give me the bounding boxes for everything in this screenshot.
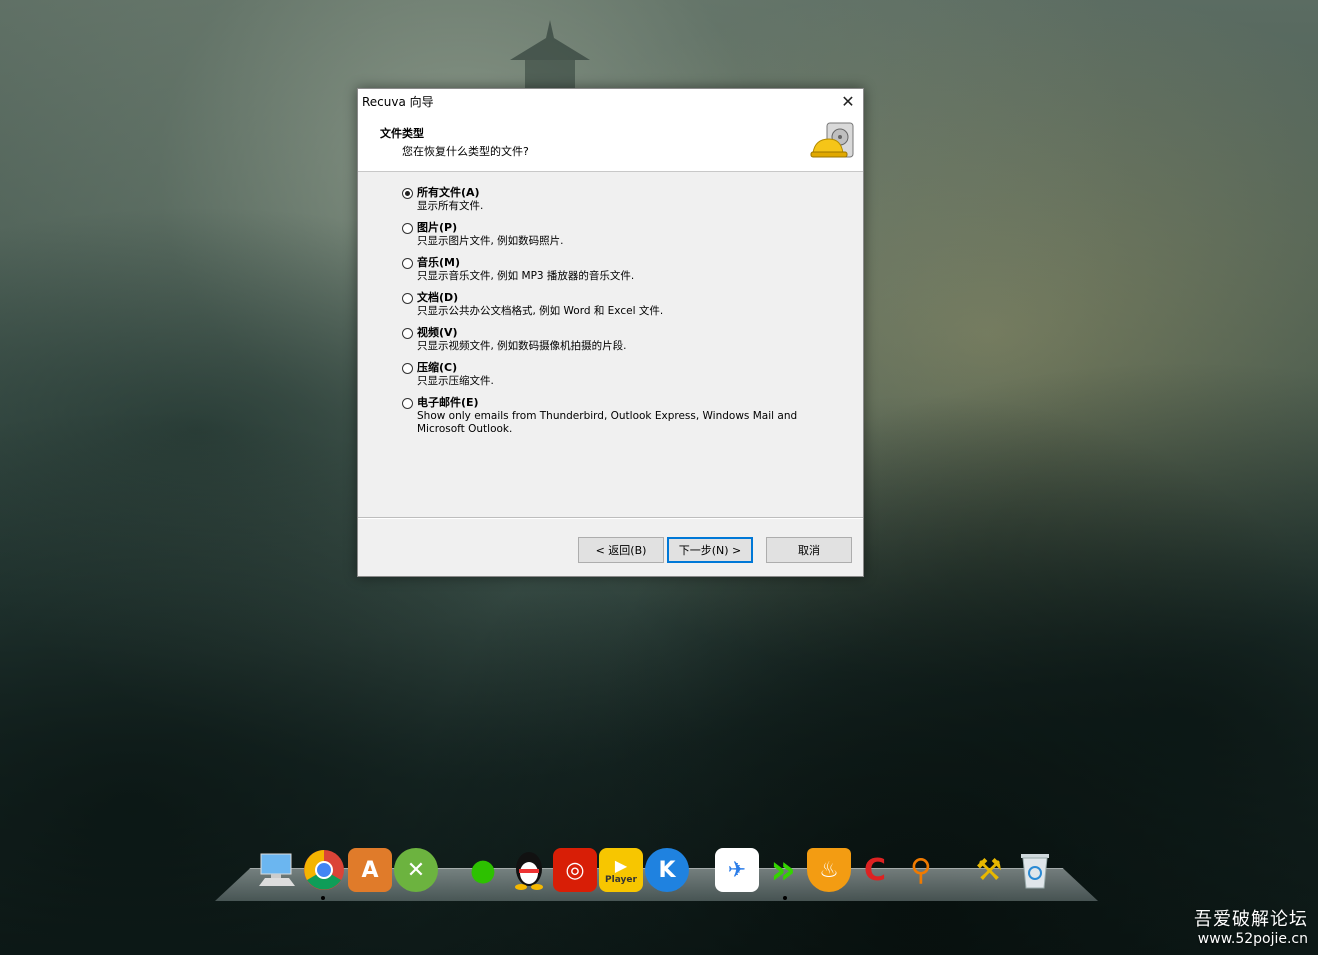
- file-type-options: 所有文件(A) 显示所有文件. 图片(P) 只显示图片文件, 例如数码照片. 音…: [401, 186, 821, 444]
- option-email[interactable]: 电子邮件(E) Show only emails from Thunderbir…: [401, 396, 821, 444]
- cancel-button[interactable]: 取消: [766, 537, 852, 563]
- option-compressed[interactable]: 压缩(C) 只显示压缩文件.: [401, 361, 821, 396]
- player-label: Player: [605, 874, 637, 885]
- option-description: 只显示视频文件, 例如数码摄像机拍摄的片段.: [417, 340, 627, 352]
- option-description: 只显示压缩文件.: [417, 375, 494, 387]
- radio-video[interactable]: [402, 328, 413, 339]
- radio-documents[interactable]: [402, 293, 413, 304]
- kugou-icon[interactable]: K: [645, 848, 689, 892]
- netease-music-icon[interactable]: ◎: [553, 848, 597, 892]
- shield-flame-icon[interactable]: ♨: [807, 848, 851, 892]
- radio-compressed[interactable]: [402, 363, 413, 374]
- recuva-hardhat-disk-icon: [810, 122, 854, 158]
- option-description: 只显示公共办公文档格式, 例如 Word 和 Excel 文件.: [417, 305, 664, 317]
- search-tool-icon[interactable]: ⚲: [899, 848, 943, 892]
- option-pictures[interactable]: 图片(P) 只显示图片文件, 例如数码照片.: [401, 221, 821, 256]
- close-icon: ✕: [841, 91, 855, 111]
- option-label: 压缩(C): [417, 361, 458, 374]
- feishu-icon[interactable]: ✈: [715, 848, 759, 892]
- option-description: Show only emails from Thunderbird, Outlo…: [417, 410, 798, 435]
- finder-icon[interactable]: [255, 848, 299, 892]
- option-documents[interactable]: 文档(D) 只显示公共办公文档格式, 例如 Word 和 Excel 文件.: [401, 291, 821, 326]
- wizard-header: 文件类型 您在恢复什么类型的文件?: [358, 113, 863, 172]
- chrome-icon[interactable]: [302, 848, 346, 892]
- app-store-icon[interactable]: A: [348, 848, 392, 892]
- next-button[interactable]: 下一步(N) >: [667, 537, 753, 563]
- recuva-wizard-dialog: Recuva 向导 ✕ 文件类型 您在恢复什么类型的文件? 所有文件(A) 显示…: [357, 88, 864, 577]
- page-subtitle: 您在恢复什么类型的文件?: [402, 145, 529, 158]
- option-label: 电子邮件(E): [417, 396, 479, 409]
- option-all-files[interactable]: 所有文件(A) 显示所有文件.: [401, 186, 821, 221]
- wechat-icon[interactable]: ●: [461, 848, 505, 892]
- radio-pictures[interactable]: [402, 223, 413, 234]
- option-label: 图片(P): [417, 221, 458, 234]
- qq-icon[interactable]: [507, 848, 551, 892]
- running-indicator: [783, 896, 787, 900]
- player-icon[interactable]: ▶ Player: [599, 848, 643, 892]
- xbox-icon[interactable]: ✕: [394, 848, 438, 892]
- option-label: 所有文件(A): [417, 186, 480, 199]
- radio-all-files[interactable]: [402, 188, 413, 199]
- radio-music[interactable]: [402, 258, 413, 269]
- option-label: 文档(D): [417, 291, 459, 304]
- option-description: 显示所有文件.: [417, 200, 484, 212]
- window-title: Recuva 向导: [362, 94, 434, 109]
- option-description: 只显示图片文件, 例如数码照片.: [417, 235, 564, 247]
- option-label: 音乐(M): [417, 256, 461, 269]
- arrow-app-icon[interactable]: »: [761, 847, 805, 893]
- footer-divider: [358, 517, 863, 519]
- page-title: 文件类型: [380, 127, 424, 140]
- running-indicator: [321, 896, 325, 900]
- back-button[interactable]: < 返回(B): [578, 537, 664, 563]
- option-description: 只显示音乐文件, 例如 MP3 播放器的音乐文件.: [417, 270, 635, 282]
- watermark-url: www.52pojie.cn: [1197, 931, 1308, 947]
- watermark-title: 吾爱破解论坛: [1194, 909, 1308, 930]
- ccleaner-icon[interactable]: C: [853, 848, 897, 892]
- option-music[interactable]: 音乐(M) 只显示音乐文件, 例如 MP3 播放器的音乐文件.: [401, 256, 821, 291]
- close-button[interactable]: ✕: [833, 89, 863, 113]
- dock: A ✕ ● ◎ ▶ Player K ✈ » ♨ C ⚲ ⚒: [255, 847, 1075, 900]
- option-label: 视频(V): [417, 326, 458, 339]
- option-video[interactable]: 视频(V) 只显示视频文件, 例如数码摄像机拍摄的片段.: [401, 326, 821, 361]
- watermark: 吾爱破解论坛 www.52pojie.cn: [1194, 905, 1308, 947]
- title-bar: Recuva 向导 ✕: [358, 89, 863, 113]
- recycle-bin-icon[interactable]: [1013, 848, 1057, 892]
- tools-icon[interactable]: ⚒: [967, 848, 1011, 892]
- radio-email[interactable]: [402, 398, 413, 409]
- wallpaper-pagoda: [510, 20, 590, 90]
